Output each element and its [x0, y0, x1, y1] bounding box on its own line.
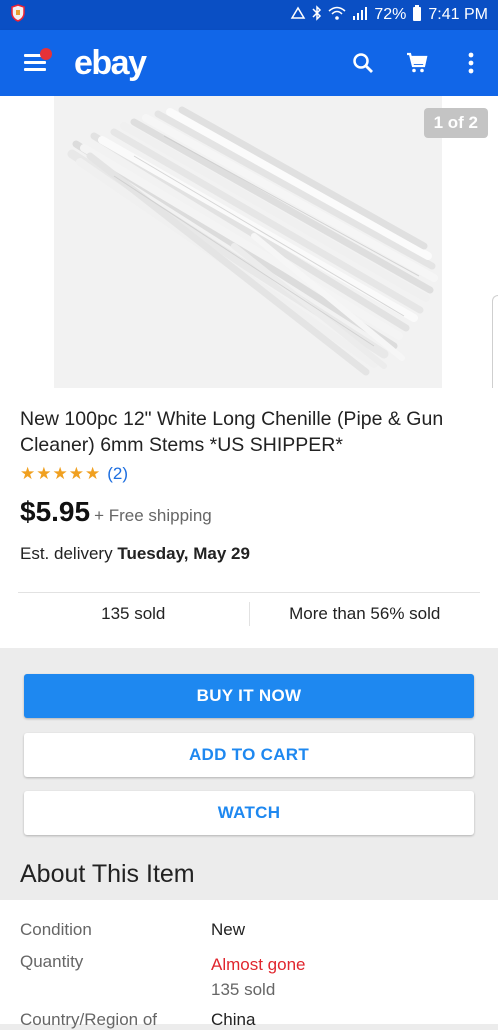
add-to-cart-button[interactable]: ADD TO CART — [24, 733, 474, 777]
buy-it-now-button[interactable]: BUY IT NOW — [24, 674, 474, 718]
sold-stats: 135 sold More than 56% sold — [18, 592, 480, 634]
battery-icon — [412, 4, 422, 26]
spec-label: Condition — [20, 920, 92, 939]
image-gallery[interactable]: 1 of 2 — [0, 96, 498, 388]
item-specifics: Condition New Quantity Almost gone 135 s… — [0, 900, 498, 1029]
sold-count: 135 sold — [101, 603, 166, 623]
nfc-icon — [290, 6, 306, 25]
image-counter: 1 of 2 — [423, 108, 488, 138]
wifi-icon — [328, 6, 346, 25]
rating[interactable]: ★★★★★ (2) — [20, 464, 478, 484]
estimated-delivery: Est. delivery Tuesday, May 29 — [20, 544, 478, 564]
star-rating-icon: ★★★★★ — [20, 464, 102, 483]
about-heading: About This Item — [20, 860, 195, 888]
status-bar: 72% 7:41 PM — [0, 0, 498, 30]
price: $5.95 — [20, 496, 91, 527]
item-title: New 100pc 12" White Long Chenille (Pipe … — [20, 408, 444, 456]
delivery-label: Est. delivery — [20, 544, 113, 563]
shield-notification-icon — [10, 3, 26, 27]
watch-button[interactable]: WATCH — [24, 791, 474, 835]
notification-dot — [40, 48, 52, 60]
search-icon[interactable] — [336, 36, 390, 90]
delivery-date: Tuesday, May 29 — [117, 544, 250, 563]
spec-label: Quantity — [20, 952, 84, 971]
cart-icon[interactable] — [390, 36, 444, 90]
battery-percent: 72% — [374, 6, 407, 23]
item-details: New 100pc 12" White Long Chenille (Pipe … — [0, 388, 498, 648]
ebay-logo[interactable]: ebay — [74, 44, 147, 83]
spec-value: China — [211, 1010, 256, 1029]
review-count-link[interactable]: (2) — [107, 464, 128, 484]
more-icon[interactable] — [444, 36, 498, 90]
menu-icon[interactable] — [24, 48, 52, 72]
app-bar: ebay — [0, 30, 498, 96]
price-row: $5.95 + Free shipping — [20, 496, 478, 528]
sold-percent: More than 56% sold — [289, 603, 441, 623]
clock: 7:41 PM — [428, 6, 488, 23]
spec-value-sub: 135 sold — [211, 980, 276, 999]
bluetooth-icon — [312, 4, 322, 26]
shipping-info: + Free shipping — [94, 506, 212, 525]
spec-label: Country/Region of — [20, 1010, 158, 1029]
product-image[interactable] — [54, 96, 442, 388]
spec-value-alert: Almost gone — [211, 955, 306, 974]
spec-value: New — [211, 920, 246, 939]
signal-icon — [352, 6, 368, 25]
